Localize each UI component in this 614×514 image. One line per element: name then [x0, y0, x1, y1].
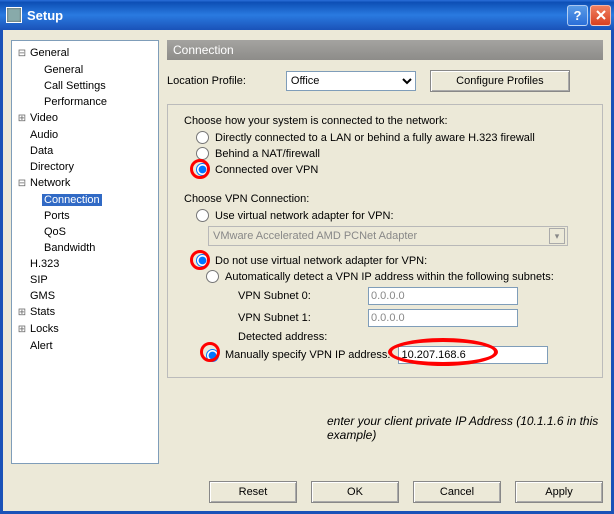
radio-direct-lan[interactable]: [196, 131, 209, 144]
radio-use-virtual[interactable]: [196, 209, 209, 222]
radio-nat[interactable]: [196, 147, 209, 160]
radio-use-virtual-label: Use virtual network adapter for VPN:: [215, 210, 394, 222]
radio-direct-lan-label: Directly connected to a LAN or behind a …: [215, 132, 535, 144]
group2-prompt: Choose VPN Connection:: [184, 193, 592, 205]
button-bar: Reset OK Cancel Apply: [209, 481, 603, 503]
window-title: Setup: [27, 8, 565, 23]
location-profile-select[interactable]: Office: [286, 71, 416, 91]
configure-profiles-button[interactable]: Configure Profiles: [430, 70, 570, 92]
tree-connection[interactable]: Connection: [42, 194, 102, 206]
radio-no-virtual[interactable]: [196, 254, 209, 267]
tree-sip[interactable]: SIP: [28, 274, 50, 286]
reset-button[interactable]: Reset: [209, 481, 297, 503]
tree-general[interactable]: General: [28, 47, 71, 59]
detected-address-label: Detected address:: [238, 331, 368, 343]
tree-stats[interactable]: Stats: [28, 306, 57, 318]
tree-directory[interactable]: Directory: [28, 161, 76, 173]
tree-bandwidth[interactable]: Bandwidth: [42, 242, 97, 254]
tree-network[interactable]: Network: [28, 177, 72, 189]
connection-groupbox: Choose how your system is connected to t…: [167, 104, 603, 378]
subnet1-input[interactable]: [368, 309, 518, 327]
tree-ports[interactable]: Ports: [42, 210, 72, 222]
subnet0-label: VPN Subnet 0:: [238, 290, 368, 302]
nav-tree: ⊟General General Call Settings Performan…: [11, 40, 159, 464]
app-icon: [6, 7, 22, 23]
radio-no-virtual-label: Do not use virtual network adapter for V…: [215, 255, 427, 267]
tree-call-settings[interactable]: Call Settings: [42, 80, 108, 92]
ok-button[interactable]: OK: [311, 481, 399, 503]
close-button[interactable]: [590, 5, 611, 26]
radio-nat-label: Behind a NAT/firewall: [215, 148, 320, 160]
expander-icon[interactable]: ⊟: [16, 176, 28, 192]
radio-manual-ip[interactable]: [206, 349, 219, 362]
manual-ip-input[interactable]: [398, 346, 548, 364]
annotation-caption: enter your client private IP Address (10…: [327, 414, 603, 442]
expander-icon[interactable]: ⊞: [16, 111, 28, 127]
chevron-down-icon: ▾: [549, 228, 565, 244]
radio-vpn-label: Connected over VPN: [215, 164, 318, 176]
settings-panel: Connection Location Profile: Office Conf…: [159, 40, 603, 464]
tree-performance[interactable]: Performance: [42, 96, 109, 108]
close-icon: [596, 10, 606, 20]
location-profile-label: Location Profile:: [167, 75, 246, 87]
tree-locks[interactable]: Locks: [28, 323, 61, 335]
adapter-select-disabled: VMware Accelerated AMD PCNet Adapter ▾: [208, 226, 568, 246]
tree-h323[interactable]: H.323: [28, 258, 61, 270]
subnet1-label: VPN Subnet 1:: [238, 312, 368, 324]
radio-manual-ip-label: Manually specify VPN IP address:: [225, 349, 390, 361]
tree-alert[interactable]: Alert: [28, 340, 55, 352]
radio-auto-detect-label: Automatically detect a VPN IP address wi…: [225, 271, 554, 283]
expander-icon[interactable]: ⊟: [16, 46, 28, 62]
tree-data[interactable]: Data: [28, 145, 55, 157]
tree-gms[interactable]: GMS: [28, 290, 57, 302]
help-button[interactable]: ?: [567, 5, 588, 26]
expander-icon[interactable]: ⊞: [16, 305, 28, 321]
expander-icon[interactable]: ⊞: [16, 322, 28, 338]
tree-general-general[interactable]: General: [42, 64, 85, 76]
apply-button[interactable]: Apply: [515, 481, 603, 503]
adapter-value: VMware Accelerated AMD PCNet Adapter: [213, 230, 417, 242]
cancel-button[interactable]: Cancel: [413, 481, 501, 503]
subnet0-input[interactable]: [368, 287, 518, 305]
radio-auto-detect[interactable]: [206, 270, 219, 283]
tree-video[interactable]: Video: [28, 112, 60, 124]
title-bar: Setup ?: [0, 0, 614, 30]
tree-audio[interactable]: Audio: [28, 129, 60, 141]
panel-title: Connection: [167, 40, 603, 60]
tree-qos[interactable]: QoS: [42, 226, 68, 238]
group1-prompt: Choose how your system is connected to t…: [184, 115, 592, 127]
radio-vpn[interactable]: [196, 163, 209, 176]
